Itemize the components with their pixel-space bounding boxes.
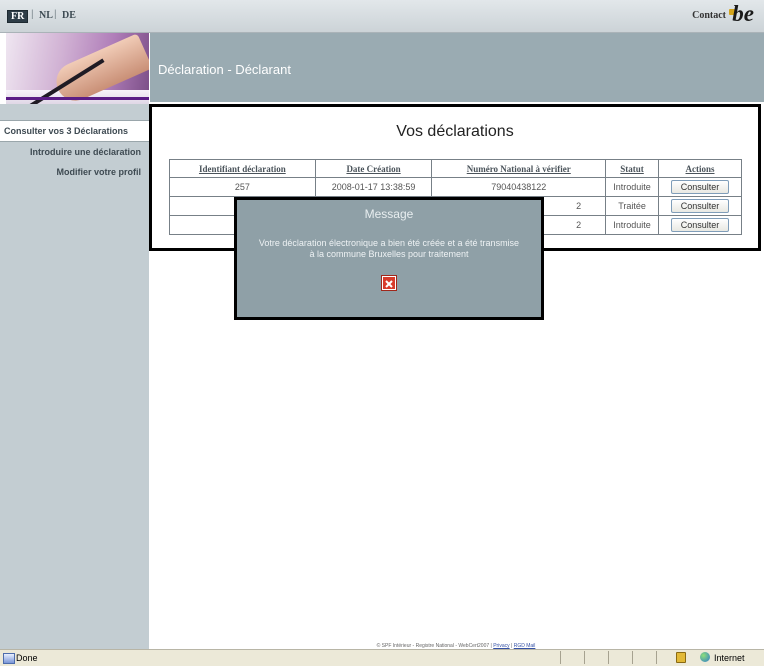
sidebar-item-consulter[interactable]: Consulter vos 3 Déclarations [0,120,149,142]
status-divider [632,651,633,664]
sidebar-item-modifier-profil[interactable]: Modifier votre profil [56,167,141,177]
separator: | [54,9,57,20]
top-bar: FR | NL | DE Contact be [0,0,764,33]
cell-id: 257 [169,177,316,197]
status-divider [656,651,657,664]
lang-nl-link[interactable]: NL [39,10,53,21]
cell-action: Consulter [658,215,742,235]
cell-status: Traitée [605,196,660,216]
browser-status-bar: Done Internet [0,649,764,666]
status-divider [584,651,585,664]
lock-icon[interactable] [676,652,686,663]
lang-de-link[interactable]: DE [62,10,76,21]
status-divider [608,651,609,664]
sidebar-item-label: Consulter vos 3 Déclarations [4,126,129,136]
page-icon [3,653,15,664]
security-zone[interactable]: Internet [714,653,745,663]
cell-status: Introduite [605,215,660,235]
table-row: 257 2008-01-17 13:38:59 79040438122 Intr… [169,177,742,197]
header-bar: Déclaration - Déclarant [150,33,764,102]
cell-status: Introduite [605,177,660,197]
sidebar-item-introduire[interactable]: Introduire une déclaration [30,147,141,157]
dialog-title: Message [364,207,414,221]
dialog-message-line: Votre déclaration électronique a bien ét… [258,238,520,248]
cell-action: Consulter [658,177,742,197]
col-header-id[interactable]: Identifiant déclaration [169,159,316,178]
col-header-status[interactable]: Statut [605,159,660,178]
be-logo[interactable]: be [732,1,754,27]
table-header-row: Identifiant déclaration Date Création Nu… [169,159,742,178]
banner-image [6,33,149,104]
consulter-button[interactable]: Consulter [670,199,730,213]
page-title: Déclaration - Déclarant [158,62,291,77]
sidebar: Consulter vos 3 Déclarations Introduire … [0,104,149,649]
cell-action: Consulter [658,196,742,216]
consulter-button[interactable]: Consulter [670,180,730,194]
dialog-message-line: à la commune Bruxelles pour traitement [309,249,469,259]
cell-date: 2008-01-17 13:38:59 [314,177,433,197]
lang-fr-link[interactable]: FR [7,10,29,23]
globe-icon [700,652,710,662]
section-title: Vos déclarations [396,123,514,140]
col-header-date[interactable]: Date Création [314,159,433,178]
separator: | [31,9,34,20]
consulter-button[interactable]: Consulter [670,218,730,232]
status-text: Done [16,653,38,663]
message-dialog: Message Votre déclaration électronique a… [234,197,544,320]
dialog-message: Votre déclaration électronique a bien ét… [241,238,537,260]
col-header-nn[interactable]: Numéro National à vérifier [431,159,607,178]
contact-link[interactable]: Contact [692,10,726,21]
status-divider [560,651,561,664]
cell-nn: 79040438122 [431,177,607,197]
col-header-actions: Actions [658,159,742,178]
close-icon[interactable] [382,276,396,290]
